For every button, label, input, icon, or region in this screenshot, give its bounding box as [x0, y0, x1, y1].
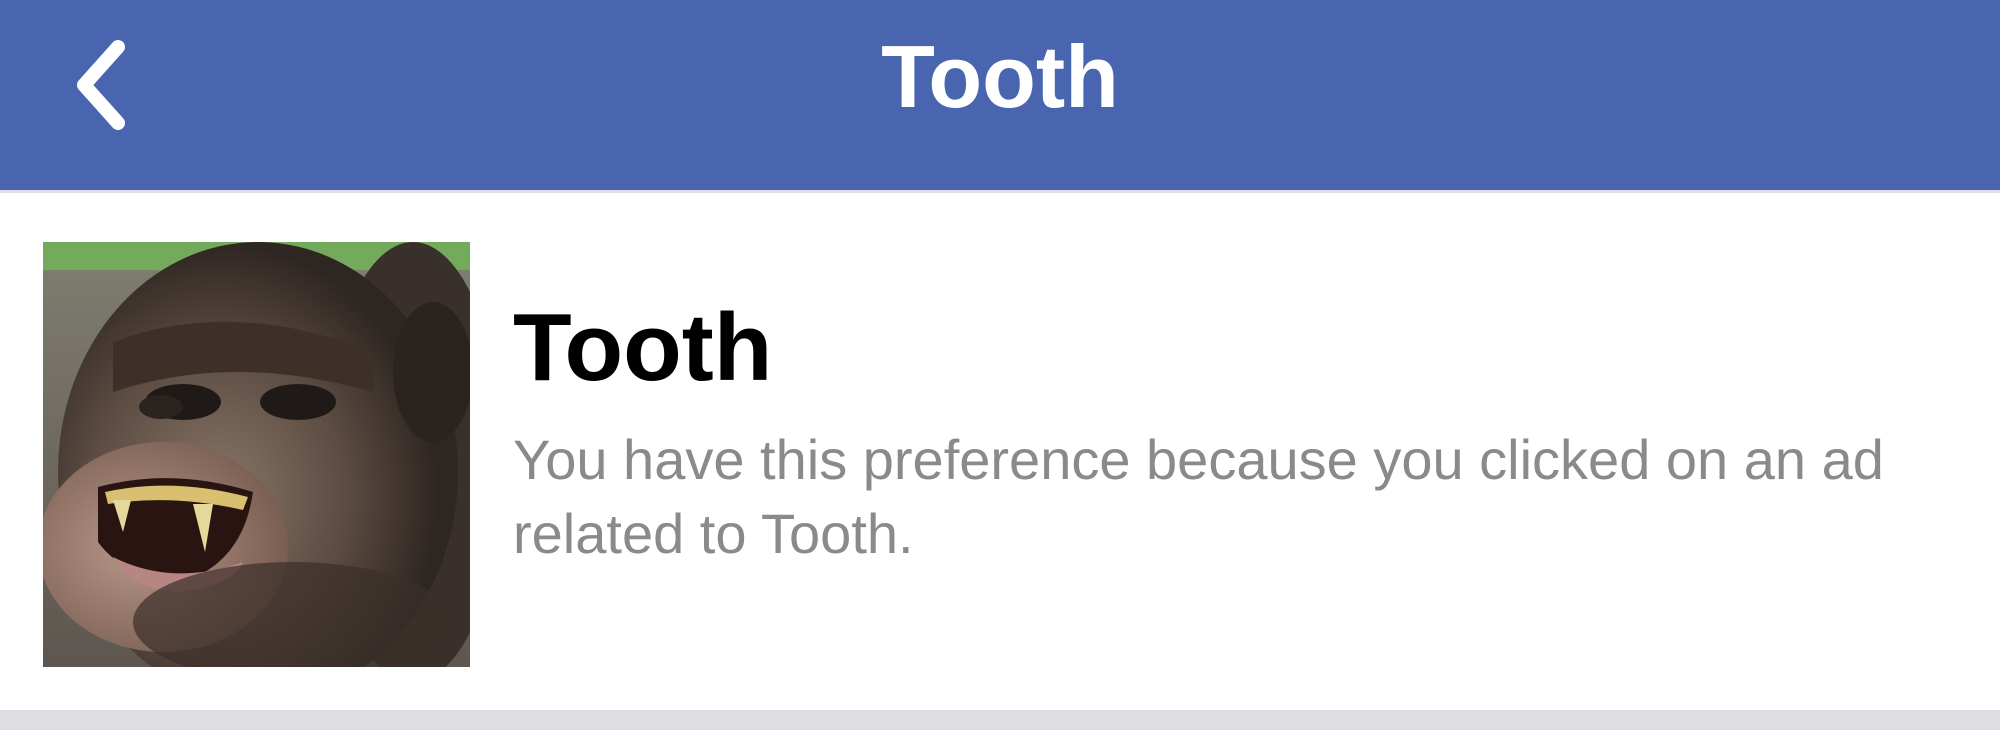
nav-header: Tooth	[0, 0, 2000, 193]
preference-title: Tooth	[513, 294, 773, 401]
page-title: Tooth	[881, 27, 1119, 126]
preference-text: Tooth You have this preference because y…	[513, 293, 1953, 571]
section-divider	[0, 710, 2000, 730]
preference-card: Tooth You have this preference because y…	[0, 193, 2000, 710]
preference-image	[43, 242, 470, 667]
preference-description: You have this preference because you cli…	[513, 428, 1884, 565]
